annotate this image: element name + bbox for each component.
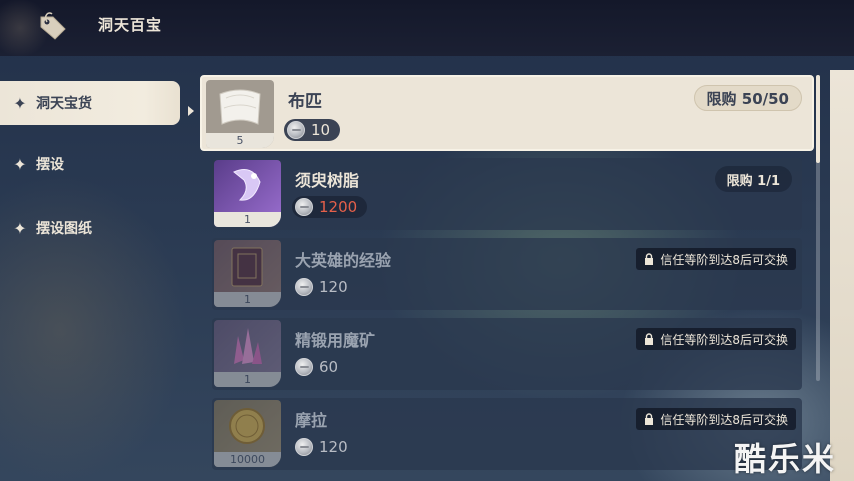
item-thumbnail: 1 — [214, 160, 281, 227]
locked-notice-text: 信任等阶到达8后可交换 — [660, 252, 788, 267]
coin-icon — [295, 198, 313, 216]
coin-icon — [287, 121, 305, 139]
sidebar-item-label: 摆设 — [36, 157, 64, 173]
price-value: 1200 — [319, 198, 358, 216]
item-name: 须臾树脂 — [295, 171, 360, 190]
locked-notice: 信任等阶到达8后可交换 — [636, 248, 796, 270]
shop-item-row[interactable]: 5 布匹 10 限购 50/50 — [200, 75, 814, 151]
resin-icon — [233, 169, 261, 201]
sidebar-item-blueprints[interactable]: ✦ 摆设图纸 — [0, 206, 180, 250]
top-bar: 洞天百宝 — [0, 0, 854, 56]
locked-notice: 信任等阶到达8后可交换 — [636, 408, 796, 430]
item-quantity: 1 — [214, 372, 281, 387]
item-price: 10 — [284, 119, 341, 141]
sidebar-item-housing-goods[interactable]: ✦ 洞天宝货 — [0, 81, 180, 125]
item-name: 精锻用魔矿 — [295, 331, 376, 350]
price-value: 60 — [319, 358, 339, 376]
sidebar: ✦ 洞天宝货 ✦ 摆设 ✦ 摆设图纸 — [0, 56, 195, 481]
item-quantity: 1 — [214, 212, 281, 227]
item-quantity: 5 — [206, 133, 274, 148]
lock-icon — [645, 253, 654, 265]
item-price: 120 — [292, 436, 358, 458]
purchase-limit-badge: 限购 1/1 — [714, 166, 792, 192]
item-thumbnail: 5 — [206, 80, 274, 148]
item-thumbnail: 10000 — [214, 400, 281, 467]
mora-icon — [229, 408, 265, 444]
item-name: 布匹 — [288, 92, 322, 112]
watermark-logo: 酷乐米 — [734, 440, 837, 478]
shop-item-row[interactable]: 1 须臾树脂 1200 限购 1/1 — [212, 158, 802, 230]
item-price: 1200 — [292, 196, 368, 218]
locked-notice-text: 信任等阶到达8后可交换 — [660, 412, 788, 427]
shop-item-row[interactable]: 10000 摩拉 120 信任等阶到达8后可交换 — [212, 398, 802, 470]
item-quantity: 1 — [214, 292, 281, 307]
price-value: 120 — [319, 438, 348, 456]
item-price: 60 — [292, 356, 348, 378]
selection-arrow-icon — [188, 106, 194, 116]
star-icon: ✦ — [13, 218, 27, 238]
item-name: 大英雄的经验 — [295, 251, 392, 270]
star-icon: ✦ — [13, 154, 27, 174]
scrollbar-thumb[interactable] — [816, 75, 820, 163]
sidebar-item-furnishings[interactable]: ✦ 摆设 — [0, 142, 180, 186]
item-thumbnail: 1 — [214, 320, 281, 387]
ore-icon — [234, 328, 262, 364]
coin-icon — [295, 438, 313, 456]
coin-icon — [295, 278, 313, 296]
star-icon: ✦ — [13, 93, 27, 113]
coin-icon — [295, 358, 313, 376]
cloth-icon — [219, 89, 261, 125]
lock-icon — [645, 333, 654, 345]
price-value: 10 — [311, 121, 331, 139]
shop-item-row[interactable]: 1 大英雄的经验 120 信任等阶到达8后可交换 — [212, 238, 802, 310]
locked-notice: 信任等阶到达8后可交换 — [636, 328, 796, 350]
shop-item-row[interactable]: 1 精锻用魔矿 60 信任等阶到达8后可交换 — [212, 318, 802, 390]
item-thumbnail: 1 — [214, 240, 281, 307]
purchase-limit-badge: 限购 50/50 — [693, 85, 802, 111]
price-value: 120 — [319, 278, 348, 296]
page-title: 洞天百宝 — [98, 16, 163, 34]
book-icon — [231, 247, 263, 287]
item-price: 120 — [292, 276, 358, 298]
locked-notice-text: 信任等阶到达8后可交换 — [660, 332, 788, 347]
sidebar-item-label: 洞天宝货 — [36, 96, 92, 112]
item-quantity: 10000 — [214, 452, 281, 467]
item-detail-panel — [830, 70, 854, 481]
sidebar-item-label: 摆设图纸 — [36, 221, 92, 237]
tag-icon — [40, 12, 66, 40]
lock-icon — [645, 413, 654, 425]
item-name: 摩拉 — [295, 411, 328, 430]
